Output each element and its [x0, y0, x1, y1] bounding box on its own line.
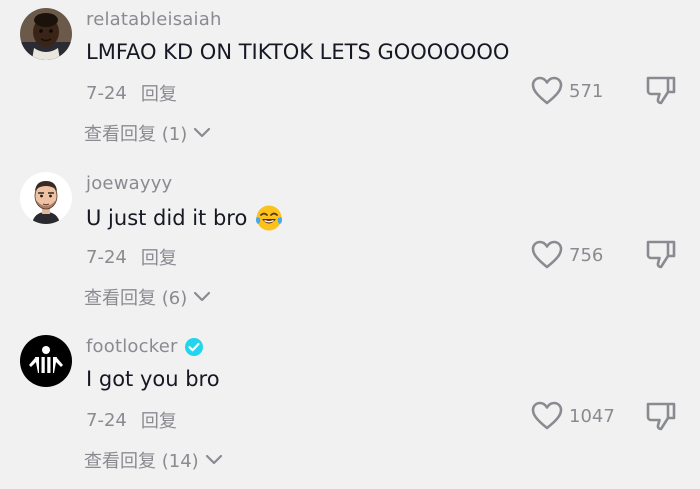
heart-icon — [531, 401, 563, 431]
comment-text-content: I got you bro — [86, 367, 220, 391]
comment-text: I got you bro — [86, 367, 220, 391]
dislike-button[interactable] — [645, 74, 677, 106]
view-replies-button[interactable]: 查看回复 (6) — [84, 284, 211, 310]
heart-icon — [531, 76, 563, 106]
comment-meta: 7-24 回复 — [86, 407, 177, 433]
heart-icon — [531, 240, 563, 270]
tears-of-joy-emoji-icon — [255, 204, 283, 232]
avatar[interactable] — [20, 8, 72, 60]
comment-text: LMFAO KD ON TIKTOK LETS GOOOOOOO — [86, 40, 509, 64]
comment-text-content: U just did it bro — [86, 206, 248, 230]
chevron-down-icon — [205, 454, 223, 466]
username[interactable]: footlocker — [86, 336, 204, 357]
avatar[interactable] — [20, 172, 72, 224]
username[interactable]: relatableisaiah — [86, 9, 222, 30]
like-count: 571 — [569, 80, 604, 102]
like-count: 1047 — [569, 405, 615, 427]
thumbs-down-icon — [645, 400, 677, 432]
username[interactable]: joewayyy — [86, 173, 172, 194]
like-count: 756 — [569, 244, 604, 266]
comment-list: relatableisaiah LMFAO KD ON TIKTOK LETS … — [0, 0, 700, 489]
view-replies-button[interactable]: 查看回复 (14) — [84, 447, 223, 473]
comment-text-content: LMFAO KD ON TIKTOK LETS GOOOOOOO — [86, 40, 510, 64]
like-button[interactable]: 756 — [531, 240, 603, 270]
view-replies-label: 查看回复 (1) — [84, 124, 188, 145]
comment-meta: 7-24 回复 — [86, 80, 177, 106]
comment-item: footlocker I got you bro 7-24 回复 查看回复 (1… — [0, 327, 700, 489]
dislike-button[interactable] — [645, 238, 677, 270]
username-text: joewayyy — [86, 173, 173, 194]
thumbs-down-icon — [645, 238, 677, 270]
reply-button[interactable]: 回复 — [141, 407, 177, 433]
view-replies-label: 查看回复 (6) — [84, 288, 188, 309]
comment-date: 7-24 — [86, 82, 127, 104]
comment-text: U just did it bro — [86, 204, 283, 232]
thumbs-down-icon — [645, 74, 677, 106]
comment-date: 7-24 — [86, 409, 127, 431]
avatar[interactable] — [20, 335, 72, 387]
view-replies-label: 查看回复 (14) — [84, 451, 199, 472]
verified-badge-icon — [184, 337, 204, 357]
chevron-down-icon — [193, 127, 211, 139]
reply-button[interactable]: 回复 — [141, 244, 177, 270]
comment-meta: 7-24 回复 — [86, 244, 177, 270]
reply-button[interactable]: 回复 — [141, 80, 177, 106]
username-text: footlocker — [86, 336, 178, 357]
comment-date: 7-24 — [86, 246, 127, 268]
username-text: relatableisaiah — [86, 9, 222, 30]
like-button[interactable]: 571 — [531, 76, 603, 106]
like-button[interactable]: 1047 — [531, 401, 615, 431]
dislike-button[interactable] — [645, 400, 677, 432]
view-replies-button[interactable]: 查看回复 (1) — [84, 120, 211, 146]
comment-item: relatableisaiah LMFAO KD ON TIKTOK LETS … — [0, 0, 700, 163]
comment-item: joewayyy U just did it bro 7-24 回复 查看回复 … — [0, 164, 700, 327]
chevron-down-icon — [193, 291, 211, 303]
